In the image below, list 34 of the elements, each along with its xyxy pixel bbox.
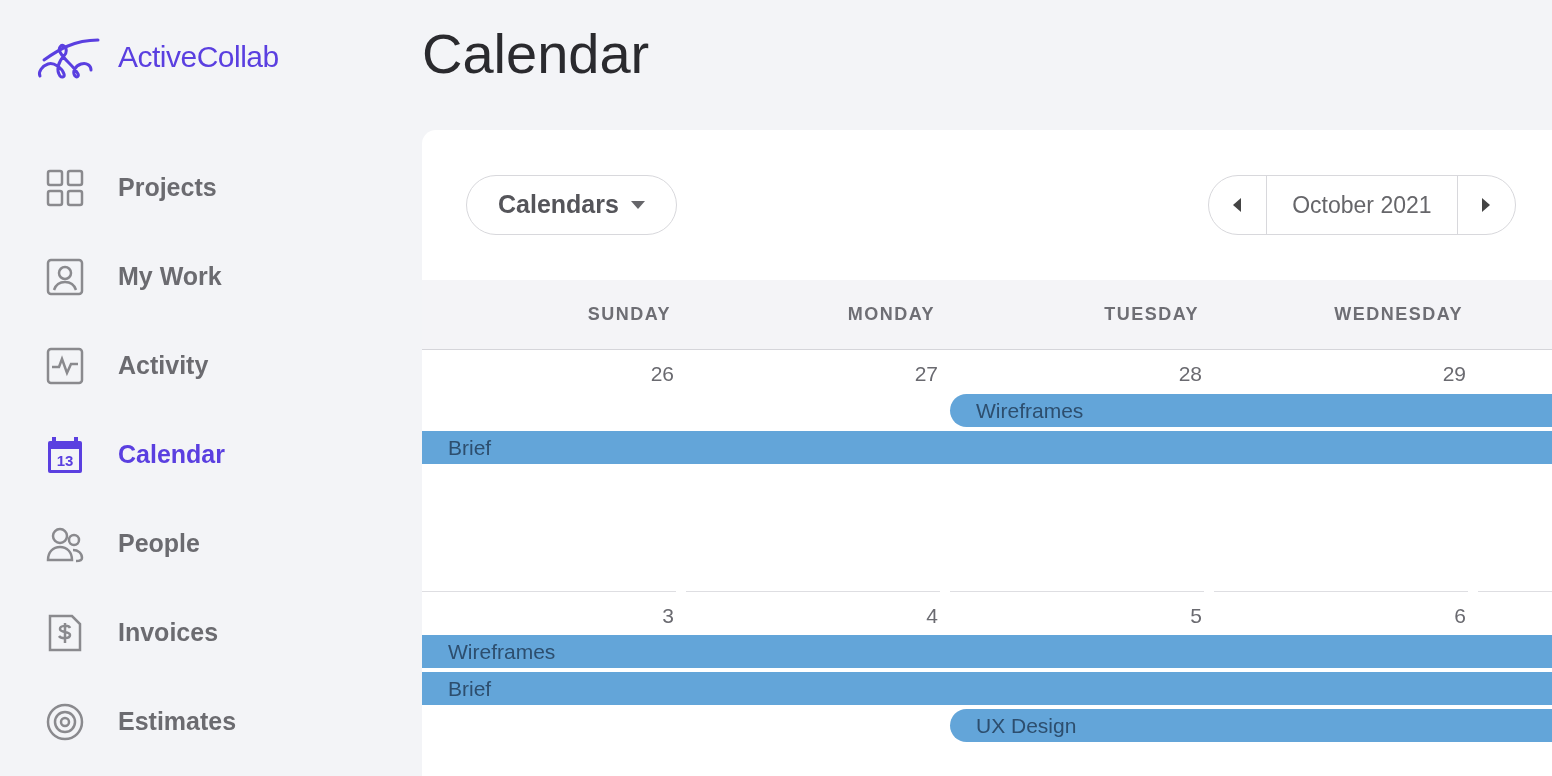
event-bar[interactable]: Wireframes xyxy=(950,394,1552,427)
date-number: 26 xyxy=(650,362,674,385)
date-number: 4 xyxy=(926,604,938,627)
target-icon xyxy=(45,701,85,742)
event-bar[interactable]: Brief xyxy=(422,431,1552,464)
weekday-header: WEDNESDAY xyxy=(1333,303,1464,326)
date-number: 28 xyxy=(1178,362,1202,385)
sidebar-item[interactable]: People xyxy=(0,499,422,588)
brand-name: ActiveCollab xyxy=(118,39,279,75)
month-label: October 2021 xyxy=(1291,190,1433,220)
sidebar-item[interactable]: Invoices xyxy=(0,588,422,677)
weekday-header: TUESDAY xyxy=(1103,303,1200,326)
event-bar[interactable]: Wireframes xyxy=(422,635,1552,668)
sidebar-item[interactable]: Projects xyxy=(0,143,422,232)
weekday-header: SUNDAY xyxy=(586,303,672,326)
sidebar-item[interactable]: My Work xyxy=(0,232,422,321)
event-bar[interactable]: Brief xyxy=(422,672,1552,705)
date-number: 6 xyxy=(1454,604,1466,627)
sidebar-item[interactable]: 13 Calendar xyxy=(0,410,422,499)
date-number: 27 xyxy=(914,362,938,385)
pulse-icon xyxy=(45,345,85,386)
date-number: 29 xyxy=(1442,362,1466,385)
page-title: Calendar xyxy=(422,21,651,87)
sidebar-item[interactable]: Activity xyxy=(0,321,422,410)
caret-icon xyxy=(630,201,645,209)
weekday-header: MONDAY xyxy=(846,303,936,326)
person-icon xyxy=(45,256,85,297)
grid-icon xyxy=(45,167,85,208)
right-arrow-icon xyxy=(1482,198,1491,212)
date-number: 3 xyxy=(662,604,674,627)
event-bar[interactable]: UX Design xyxy=(950,709,1552,742)
sidebar-item[interactable]: Estimates xyxy=(0,677,422,766)
date-number: 5 xyxy=(1190,604,1202,627)
left-arrow-icon xyxy=(1233,198,1242,212)
